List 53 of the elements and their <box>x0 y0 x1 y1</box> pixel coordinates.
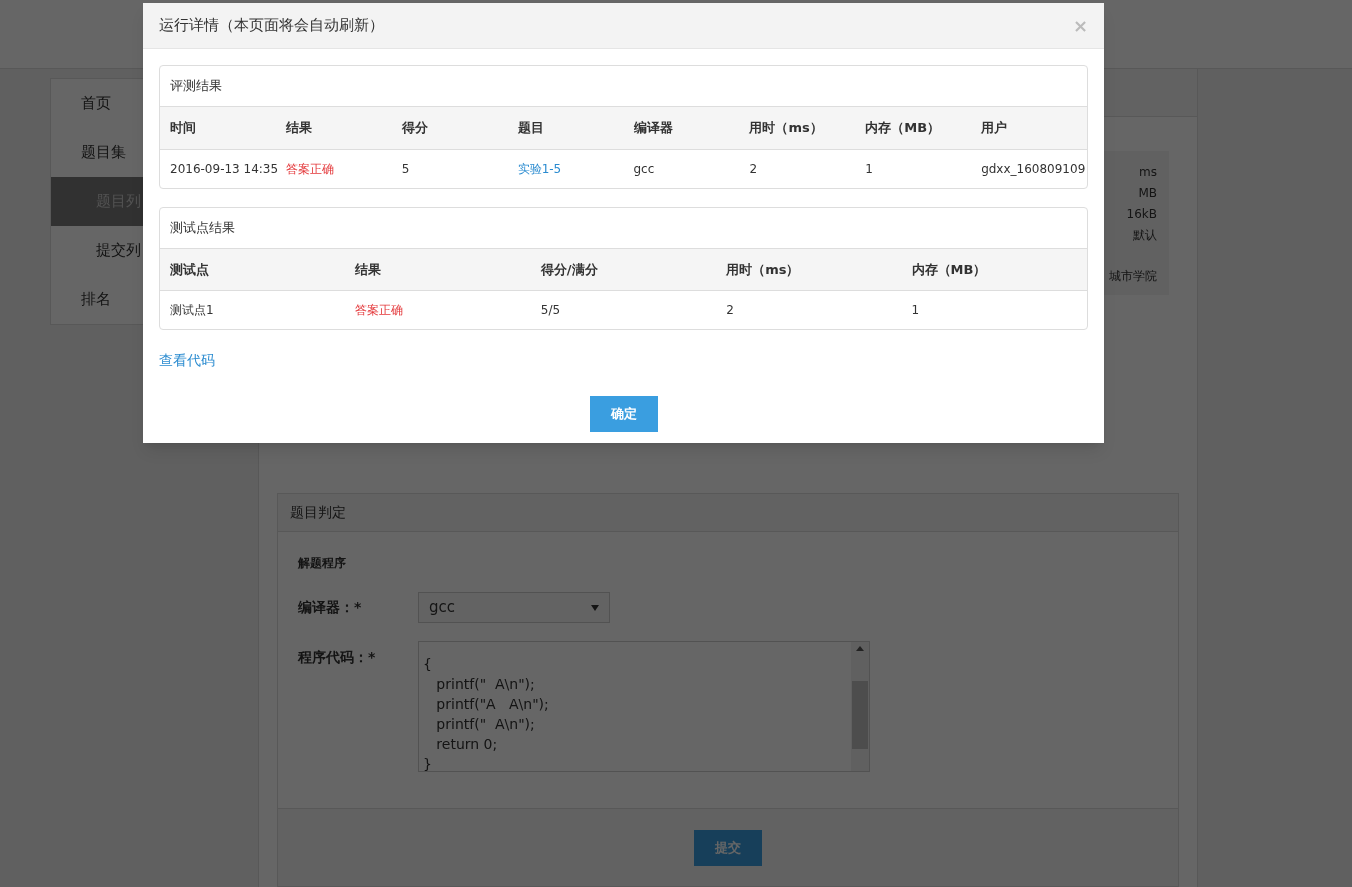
info-text: 16kB <box>1126 206 1157 223</box>
scrollbar[interactable] <box>851 642 869 771</box>
table-cell: 2016-09-13 14:35 <box>170 161 279 176</box>
table-cell: gcc <box>633 161 655 176</box>
panel-title: 评测结果 <box>170 77 222 96</box>
code-line: } <box>423 755 433 774</box>
code-line: printf("A A\n"); <box>435 695 550 714</box>
column-header: 结果 <box>285 120 312 135</box>
table-cell: 测试点1 <box>170 303 214 317</box>
problem-link[interactable]: 实验1-5 <box>517 161 562 176</box>
view-code-link[interactable]: 查看代码 <box>159 352 215 368</box>
column-header: 时间 <box>170 120 196 135</box>
info-text: 城市学院 <box>1109 268 1157 285</box>
column-header: 得分 <box>401 120 428 135</box>
code-line: printf(" A\n"); <box>435 675 536 694</box>
panel-title: 测试点结果 <box>170 218 235 237</box>
close-button[interactable]: × <box>1072 16 1088 35</box>
column-header: 测试点 <box>170 261 209 277</box>
info-text: ms <box>1139 164 1157 181</box>
code-line: return 0; <box>435 735 499 754</box>
code-line: { <box>423 655 433 674</box>
table-cell: 5 <box>401 161 410 176</box>
table-cell: 5/5 <box>540 303 561 317</box>
column-header: 用时（ms） <box>749 120 823 135</box>
table-cell: 2 <box>726 303 734 317</box>
modal-title: 运行详情（本页面将会自动刷新） <box>159 15 384 37</box>
field-label: 程序代码：* <box>298 648 377 667</box>
field-label: 编译器：* <box>298 598 363 617</box>
code-line: printf(" A\n"); <box>435 715 536 734</box>
submit-button[interactable]: 提交 <box>694 829 762 866</box>
info-text: MB <box>1138 185 1157 202</box>
table-cell: 1 <box>911 303 920 317</box>
column-header: 题目 <box>517 120 544 135</box>
column-header: 得分/满分 <box>540 261 598 277</box>
column-header: 结果 <box>355 261 382 277</box>
caret-icon <box>591 604 599 611</box>
info-text: 默认 <box>1133 227 1157 244</box>
code-field[interactable]: { printf(" A\n"); printf("A A\n"); printf(" A\n"); return 0; } <box>418 641 870 772</box>
section-title: 解题程序 <box>298 555 347 572</box>
ok-button[interactable]: 确定 <box>589 396 658 432</box>
column-header: 编译器 <box>633 120 673 135</box>
column-header: 用户 <box>981 120 1008 135</box>
column-header: 用时（ms） <box>726 261 800 277</box>
scroll-up-icon <box>856 646 864 651</box>
column-header: 内存（MB） <box>911 261 987 277</box>
column-header: 内存（MB） <box>865 120 941 135</box>
table-cell: gdxx_160809109 <box>981 161 1086 176</box>
panel-title: 题目判定 <box>290 503 346 522</box>
status-text: 答案正确 <box>285 161 334 176</box>
compiler-select[interactable]: gcc <box>418 592 610 623</box>
table-cell: 2 <box>749 161 757 176</box>
table-cell: 1 <box>865 161 873 176</box>
status-text: 答案正确 <box>355 303 404 317</box>
